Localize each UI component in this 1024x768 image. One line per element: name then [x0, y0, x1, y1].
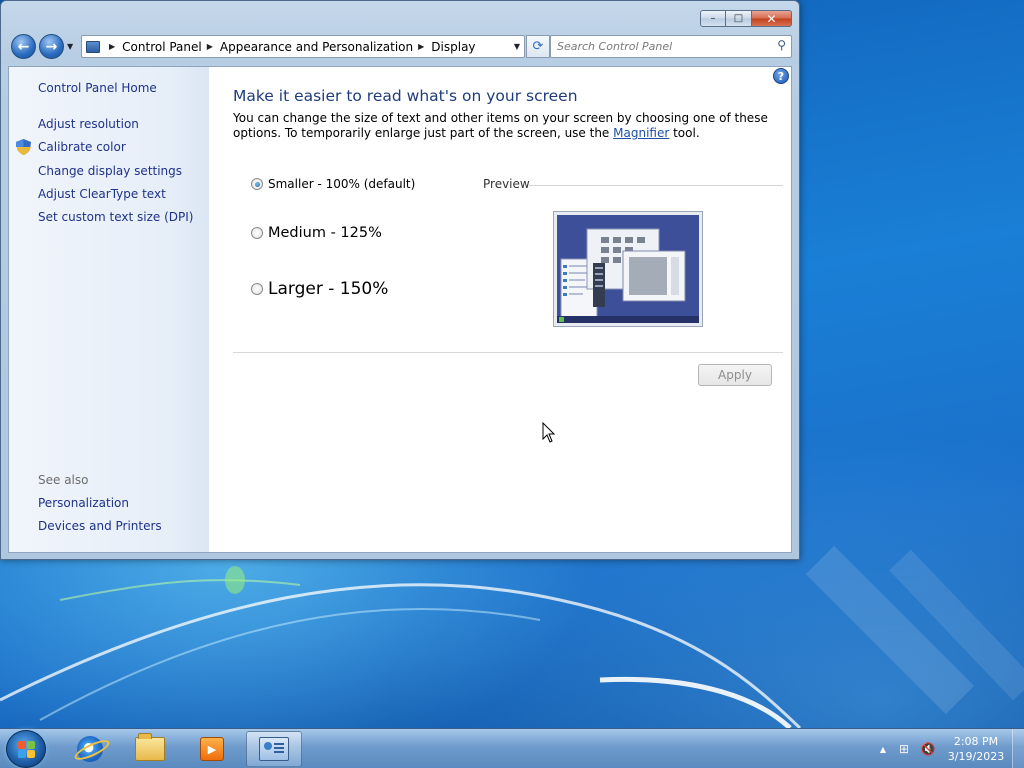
page-title: Make it easier to read what's on your sc…: [233, 87, 578, 105]
forward-button[interactable]: →: [39, 34, 64, 59]
refresh-icon: ⟳: [532, 39, 544, 54]
control-panel-window: – □ ✕ ← → ▼ ▶ Control Panel ▶ Appearance a…: [0, 0, 800, 560]
section-divider: [233, 352, 783, 353]
magnifier-link[interactable]: Magnifier: [613, 126, 669, 140]
sidebar-control-panel-home[interactable]: Control Panel Home: [38, 81, 157, 95]
search-input[interactable]: [551, 36, 761, 57]
recent-pages-dropdown-icon[interactable]: ▼: [67, 42, 73, 51]
option-medium[interactable]: Medium - 125%: [251, 225, 382, 241]
breadcrumb-arrow-icon[interactable]: ▶: [207, 42, 213, 51]
back-button[interactable]: ←: [11, 34, 36, 59]
back-arrow-icon: ←: [17, 38, 30, 55]
radio-medium[interactable]: [251, 227, 263, 239]
media-player-icon: ▶: [200, 737, 224, 761]
address-dropdown-icon[interactable]: ▼: [514, 42, 520, 51]
apply-button[interactable]: Apply: [698, 364, 772, 386]
description-text-end: tool.: [669, 126, 700, 140]
taskbar-internet-explorer[interactable]: [62, 731, 118, 767]
control-panel-icon: [259, 737, 289, 761]
radio-larger[interactable]: [251, 283, 263, 295]
control-panel-icon: [86, 40, 100, 53]
page-description: You can change the size of text and othe…: [233, 111, 773, 141]
maximize-button[interactable]: □: [726, 10, 752, 27]
taskbar-control-panel[interactable]: [246, 731, 302, 767]
window-controls: – □ ✕: [700, 10, 792, 27]
show-desktop-button[interactable]: [1012, 729, 1024, 768]
option-larger-label: Larger - 150%: [268, 279, 389, 299]
search-icon[interactable]: ⚲: [777, 38, 786, 52]
network-icon[interactable]: ⊞: [896, 741, 912, 757]
show-hidden-icons-icon[interactable]: ▲: [880, 745, 886, 754]
content-area: Control Panel Home Adjust resolution Cal…: [8, 66, 792, 553]
system-tray: ▲ ⊞ 🔇 2:08 PM 3/19/2023: [880, 729, 1024, 768]
help-icon[interactable]: ?: [773, 68, 789, 84]
preview-label: Preview: [483, 177, 530, 191]
sidebar-change-display-settings[interactable]: Change display settings: [38, 164, 182, 178]
volume-muted-icon[interactable]: 🔇: [920, 741, 936, 757]
internet-explorer-icon: [77, 736, 103, 762]
folder-icon: [135, 733, 165, 761]
navigation-bar: ← → ▼ ▶ Control Panel ▶ Appearance and Per…: [9, 34, 792, 60]
taskbar-windows-explorer[interactable]: [122, 731, 178, 767]
sidebar-custom-text-size[interactable]: Set custom text size (DPI): [38, 210, 193, 224]
taskbar-media-player[interactable]: ▶: [184, 731, 240, 767]
clock[interactable]: 2:08 PM 3/19/2023: [944, 734, 1008, 764]
mouse-cursor-icon: [542, 422, 556, 443]
windows-logo-icon: [18, 741, 36, 759]
minimize-button[interactable]: –: [700, 10, 726, 27]
breadcrumb-arrow-icon[interactable]: ▶: [109, 42, 115, 51]
preview-image: [553, 211, 703, 327]
see-also-heading: See also: [38, 473, 89, 487]
main-panel: ? Make it easier to read what's on your …: [209, 67, 791, 552]
clock-date: 3/19/2023: [947, 750, 1005, 763]
sidebar-personalization[interactable]: Personalization: [38, 496, 129, 510]
preview-desktop-image: [557, 215, 699, 323]
refresh-button[interactable]: ⟳: [526, 35, 550, 58]
sidebar-devices-and-printers[interactable]: Devices and Printers: [38, 519, 162, 533]
forward-arrow-icon: →: [45, 38, 58, 55]
clock-time: 2:08 PM: [953, 735, 999, 748]
uac-shield-icon: [16, 139, 31, 155]
address-bar[interactable]: ▶ Control Panel ▶ Appearance and Personali…: [81, 35, 525, 58]
sidebar: Control Panel Home Adjust resolution Cal…: [9, 67, 209, 552]
breadcrumb-control-panel[interactable]: Control Panel: [122, 40, 202, 54]
breadcrumb-appearance[interactable]: Appearance and Personalization: [220, 40, 413, 54]
close-button[interactable]: ✕: [752, 10, 792, 27]
radio-smaller[interactable]: [251, 178, 263, 190]
taskbar: ▶ ▲ ⊞ 🔇 2:08 PM 3/19/2023: [0, 728, 1024, 768]
option-larger[interactable]: Larger - 150%: [251, 279, 388, 299]
sidebar-calibrate-color[interactable]: Calibrate color: [38, 140, 126, 154]
option-smaller-label: Smaller - 100% (default): [268, 177, 416, 191]
option-medium-label: Medium - 125%: [268, 225, 382, 241]
option-smaller[interactable]: Smaller - 100% (default): [251, 177, 415, 191]
start-button[interactable]: [6, 730, 46, 768]
breadcrumb-arrow-icon[interactable]: ▶: [418, 42, 424, 51]
sidebar-adjust-resolution[interactable]: Adjust resolution: [38, 117, 139, 131]
sidebar-adjust-cleartype[interactable]: Adjust ClearType text: [38, 187, 166, 201]
breadcrumb-display[interactable]: Display: [431, 40, 475, 54]
search-box[interactable]: ⚲: [550, 35, 792, 58]
preview-divider: [529, 185, 783, 186]
